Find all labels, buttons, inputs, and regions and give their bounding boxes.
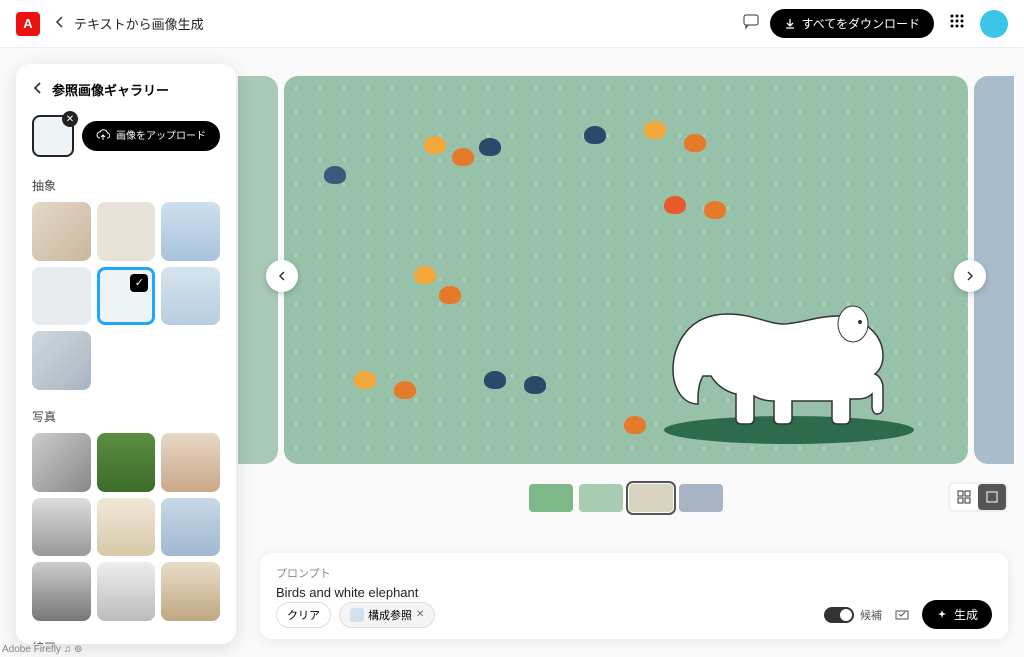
next-image-button[interactable]	[954, 260, 986, 292]
gallery-thumb[interactable]	[32, 562, 91, 621]
section-lineart-label: 線画	[32, 639, 220, 644]
check-icon: ✓	[130, 274, 148, 292]
gallery-thumb[interactable]	[161, 267, 220, 326]
square-icon	[985, 490, 999, 504]
remove-chip-button[interactable]: ✕	[416, 609, 424, 620]
reference-chip-thumb	[350, 608, 364, 622]
gallery-thumb[interactable]	[97, 433, 156, 492]
photo-grid	[32, 433, 220, 621]
gallery-thumb[interactable]	[32, 267, 91, 326]
view-mode-toggle	[948, 482, 1008, 512]
gallery-thumb[interactable]	[161, 498, 220, 557]
gallery-thumb[interactable]	[32, 433, 91, 492]
single-view-button[interactable]	[978, 484, 1006, 510]
avatar[interactable]	[980, 10, 1008, 38]
chevron-left-icon	[54, 16, 66, 28]
adobe-logo: A	[16, 12, 40, 36]
header: A テキストから画像生成 すべてをダウンロード	[0, 0, 1024, 48]
upload-label: 画像をアップロード	[116, 130, 206, 143]
gallery-thumb[interactable]	[97, 498, 156, 557]
canvas-area	[244, 76, 1008, 537]
remove-reference-button[interactable]: ✕	[62, 111, 78, 127]
download-all-button[interactable]: すべてをダウンロード	[770, 9, 934, 38]
prompt-bar: プロンプト Birds and white elephant クリア 構成参照 …	[260, 553, 1008, 639]
variant-thumb-selected[interactable]	[629, 484, 673, 512]
cloud-upload-icon	[96, 129, 110, 143]
apps-button[interactable]	[948, 12, 966, 35]
reference-gallery-panel: 参照画像ギャラリー ✕ 画像をアップロード 抽象 ✓ 写真	[16, 64, 236, 644]
abstract-grid: ✓	[32, 202, 220, 390]
variant-thumb[interactable]	[529, 484, 573, 512]
gallery-thumb[interactable]	[161, 562, 220, 621]
grid-icon	[948, 12, 966, 30]
aspect-icon	[894, 607, 910, 623]
gallery-thumb[interactable]	[32, 331, 91, 390]
gallery-thumb[interactable]	[32, 498, 91, 557]
grid-view-button[interactable]	[950, 484, 978, 510]
main-area: 参照画像ギャラリー ✕ 画像をアップロード 抽象 ✓ 写真	[0, 48, 1024, 657]
gallery-thumb[interactable]	[97, 202, 156, 261]
chat-icon	[742, 12, 760, 30]
grid-icon	[957, 490, 971, 504]
prev-image-button[interactable]	[266, 260, 298, 292]
sparkle-icon	[936, 609, 948, 621]
clear-button[interactable]: クリア	[276, 602, 331, 628]
page-title: テキストから画像生成	[74, 14, 204, 33]
upload-image-button[interactable]: 画像をアップロード	[82, 121, 220, 151]
section-abstract-label: 抽象	[32, 177, 220, 194]
selected-reference-thumb[interactable]: ✕	[32, 115, 74, 157]
candidates-toggle[interactable]	[824, 607, 854, 623]
download-icon	[784, 18, 796, 30]
generate-label: 生成	[954, 606, 978, 623]
chevron-left-icon	[32, 82, 44, 94]
gallery-thumb[interactable]	[32, 202, 91, 261]
section-photo-label: 写真	[32, 408, 220, 425]
generate-button[interactable]: 生成	[922, 600, 992, 629]
gallery-thumb[interactable]	[97, 562, 156, 621]
chevron-right-icon	[965, 271, 975, 281]
variant-thumbnails	[529, 484, 723, 512]
prompt-label: プロンプト	[276, 565, 992, 581]
variant-thumb[interactable]	[679, 484, 723, 512]
feedback-button[interactable]	[742, 12, 760, 35]
variant-thumb[interactable]	[579, 484, 623, 512]
chevron-left-icon	[277, 271, 287, 281]
panel-back-button[interactable]	[32, 81, 44, 99]
back-button[interactable]	[54, 15, 66, 33]
gallery-thumb-selected[interactable]: ✓	[97, 267, 156, 326]
elephant-illustration	[668, 274, 908, 434]
footer-text: Adobe Firefly ♫ ⊚	[2, 644, 82, 655]
download-all-label: すべてをダウンロード	[802, 15, 920, 32]
gallery-thumb[interactable]	[161, 202, 220, 261]
aspect-ratio-button[interactable]	[890, 603, 914, 627]
panel-title: 参照画像ギャラリー	[52, 80, 169, 99]
generated-image[interactable]	[284, 76, 968, 464]
gallery-thumb[interactable]	[161, 433, 220, 492]
prompt-text[interactable]: Birds and white elephant	[276, 585, 992, 600]
reference-chip[interactable]: 構成参照 ✕	[339, 602, 435, 628]
candidates-label: 候補	[860, 607, 882, 623]
